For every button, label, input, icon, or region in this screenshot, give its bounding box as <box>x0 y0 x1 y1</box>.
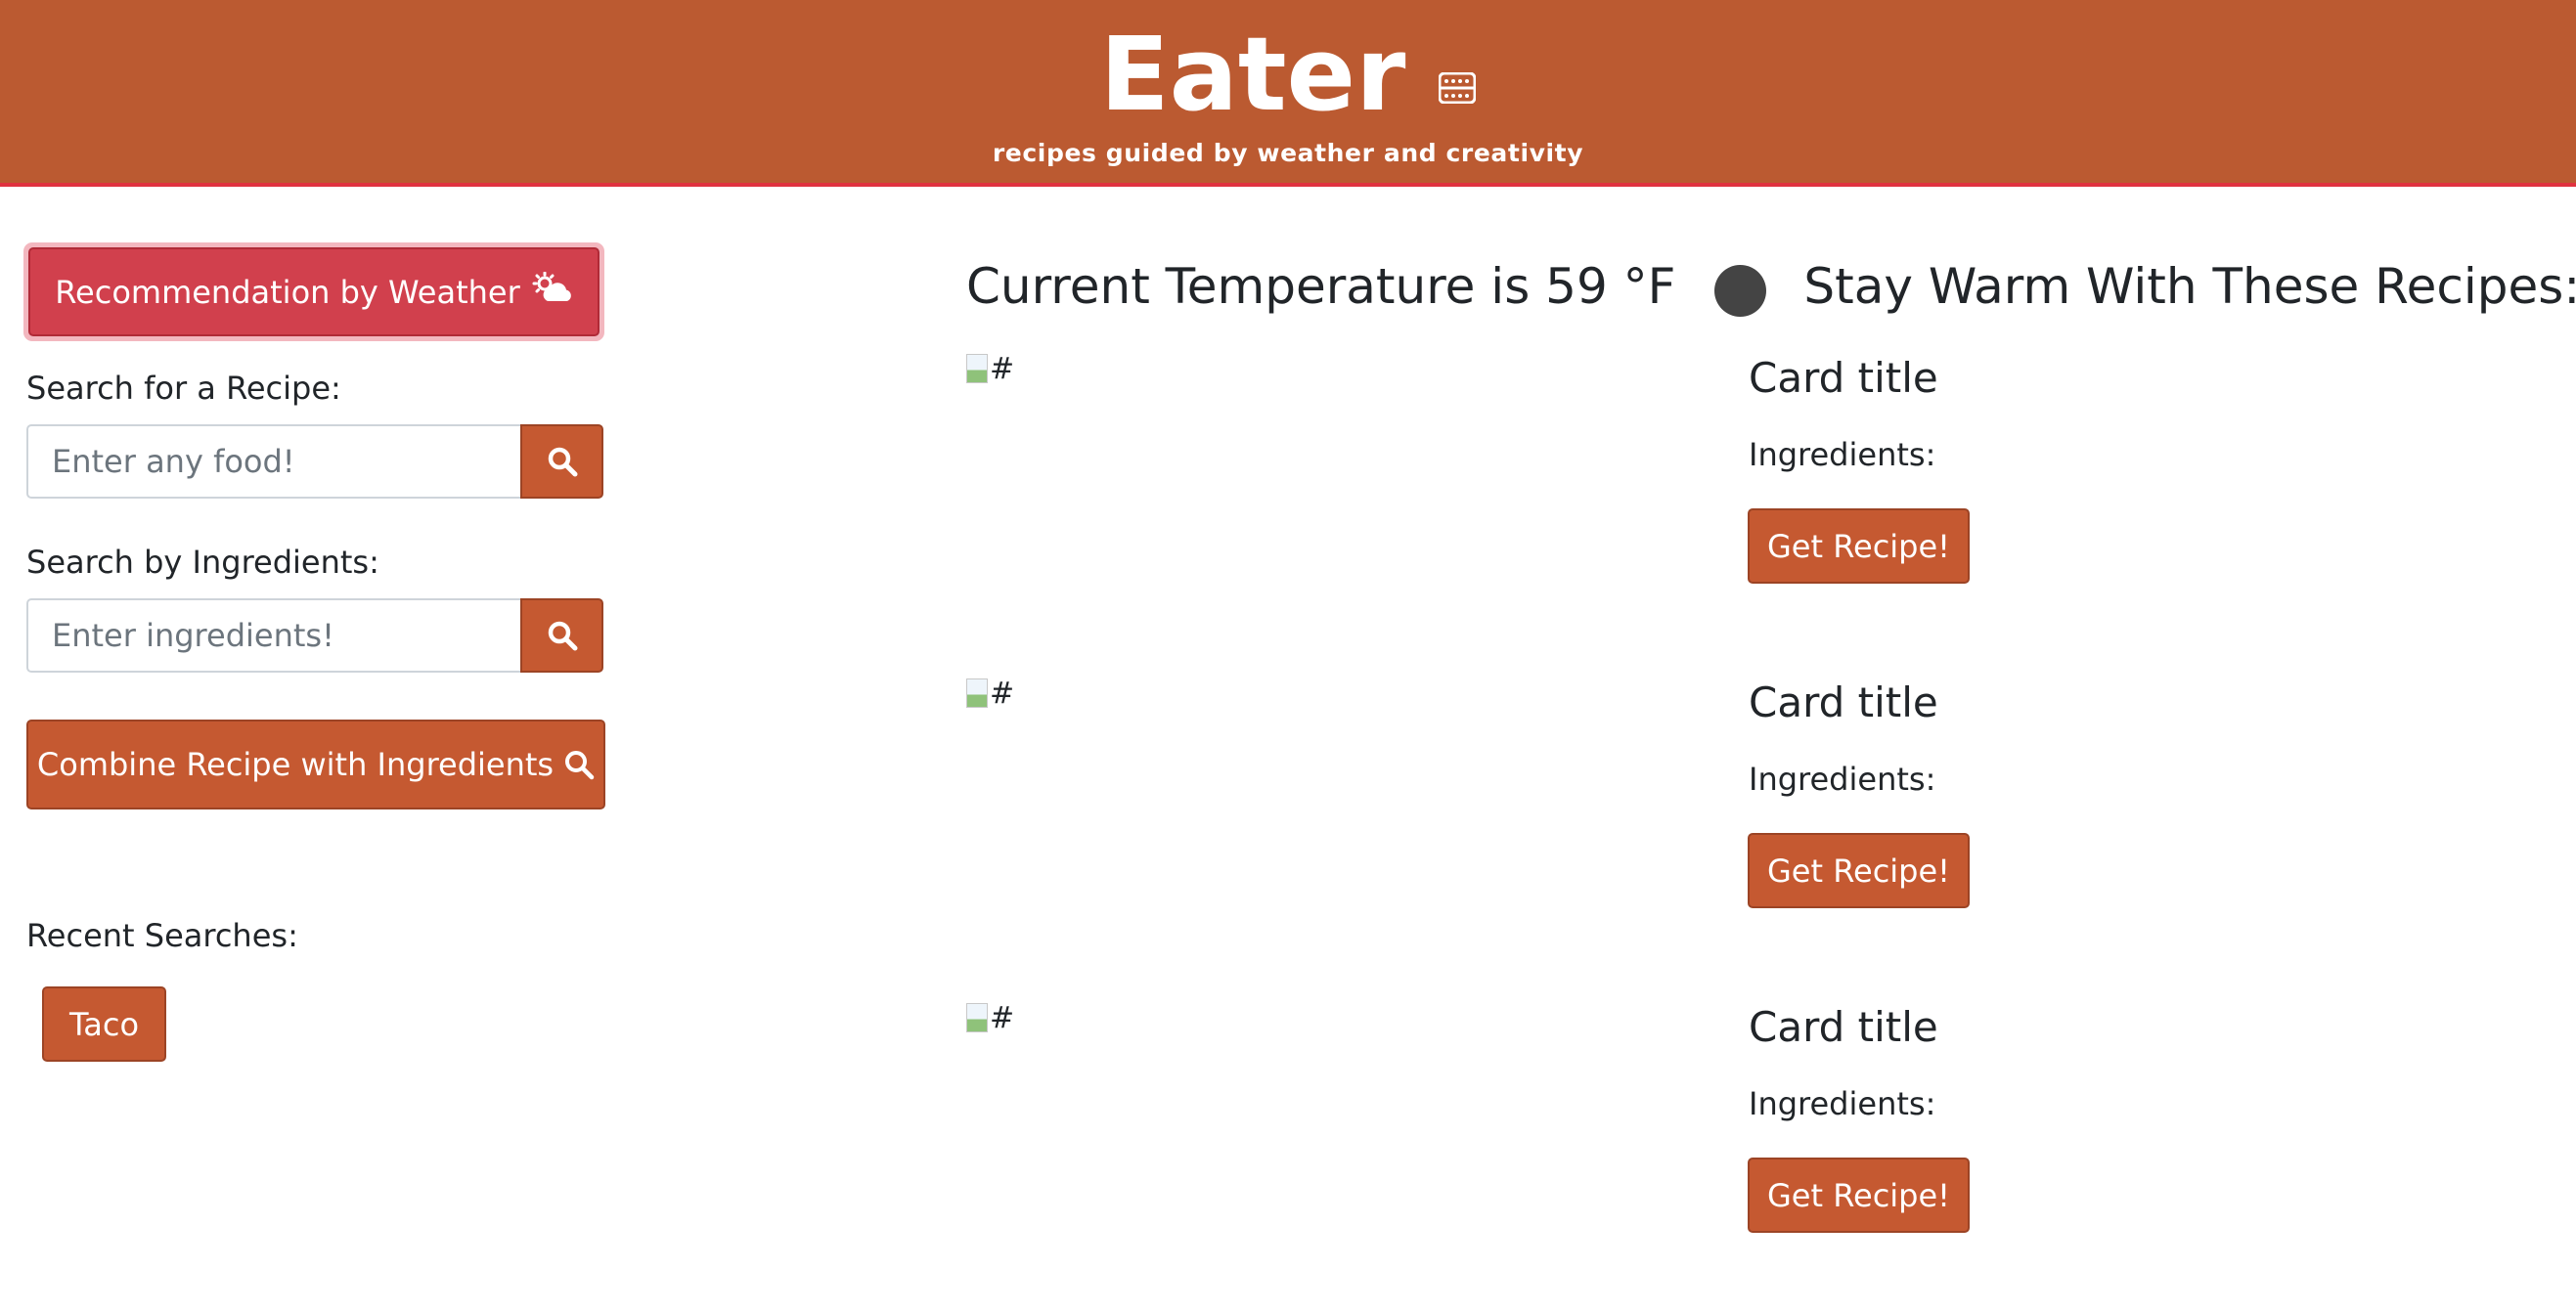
get-recipe-button[interactable]: Get Recipe! <box>1748 1158 1970 1233</box>
page-header: Eater recipes guided by weather and crea… <box>0 0 2576 187</box>
search-icon <box>548 447 577 477</box>
brand-title: Eater <box>1099 15 1406 134</box>
search-ingredients-label: Search by Ingredients: <box>26 544 379 581</box>
search-icon <box>548 621 577 651</box>
recent-searches-label: Recent Searches: <box>26 917 298 954</box>
search-recipe-label: Search for a Recipe: <box>26 370 341 407</box>
oven-icon <box>1438 8 1477 105</box>
temperature-line: Current Temperature is 59 °F Stay Warm W… <box>966 249 2576 324</box>
recipe-card: # Card title Ingredients: Get Recipe! <box>966 352 2140 645</box>
image-alt: # <box>990 1001 1015 1035</box>
recipe-image: # <box>966 677 1014 711</box>
recipe-card: # Card title Ingredients: Get Recipe! <box>966 677 2140 970</box>
recipes-headline: Stay Warm With These Recipes: <box>1803 258 2576 315</box>
recipe-image: # <box>966 1001 1014 1035</box>
tagline: recipes guided by weather and creativity <box>992 139 1584 167</box>
current-temperature: Current Temperature is 59 °F <box>966 258 1676 315</box>
weather-button-body[interactable]: Recommendation by Weather <box>28 247 600 336</box>
recent-search-taco[interactable]: Taco <box>42 986 166 1062</box>
card-ingredients: Ingredients: <box>1749 1085 1936 1122</box>
combine-recipe-button[interactable]: Combine Recipe with Ingredients <box>26 720 605 809</box>
card-title: Card title <box>1749 678 1938 726</box>
card-ingredients: Ingredients: <box>1749 436 1936 473</box>
weather-button-label: Recommendation by Weather <box>55 273 520 311</box>
card-ingredients: Ingredients: <box>1749 761 1936 798</box>
image-alt: # <box>990 677 1015 711</box>
image-alt: # <box>990 352 1015 386</box>
search-recipe-group <box>26 424 603 499</box>
broken-image-icon <box>966 678 988 708</box>
recipe-image: # <box>966 352 1014 386</box>
search-recipe-input[interactable] <box>26 424 520 499</box>
search-ingredients-button[interactable] <box>520 598 603 673</box>
get-recipe-button[interactable]: Get Recipe! <box>1748 508 1970 584</box>
card-title: Card title <box>1749 354 1938 402</box>
card-title: Card title <box>1749 1003 1938 1051</box>
get-recipe-button[interactable]: Get Recipe! <box>1748 833 1970 908</box>
combine-button-label: Combine Recipe with Ingredients <box>36 746 555 783</box>
search-ingredients-group <box>26 598 603 673</box>
search-ingredients-input[interactable] <box>26 598 520 673</box>
status-dot <box>1714 264 1767 317</box>
cloud-sun-icon <box>532 271 573 313</box>
brand: Eater <box>0 8 2576 135</box>
broken-image-icon <box>966 1003 988 1032</box>
weather-recommendation-button[interactable]: Recommendation by Weather <box>23 242 604 341</box>
search-icon <box>565 751 595 780</box>
broken-image-icon <box>966 354 988 383</box>
recipe-card: # Card title Ingredients: Get Recipe! <box>966 1001 2140 1294</box>
search-recipe-button[interactable] <box>520 424 603 499</box>
